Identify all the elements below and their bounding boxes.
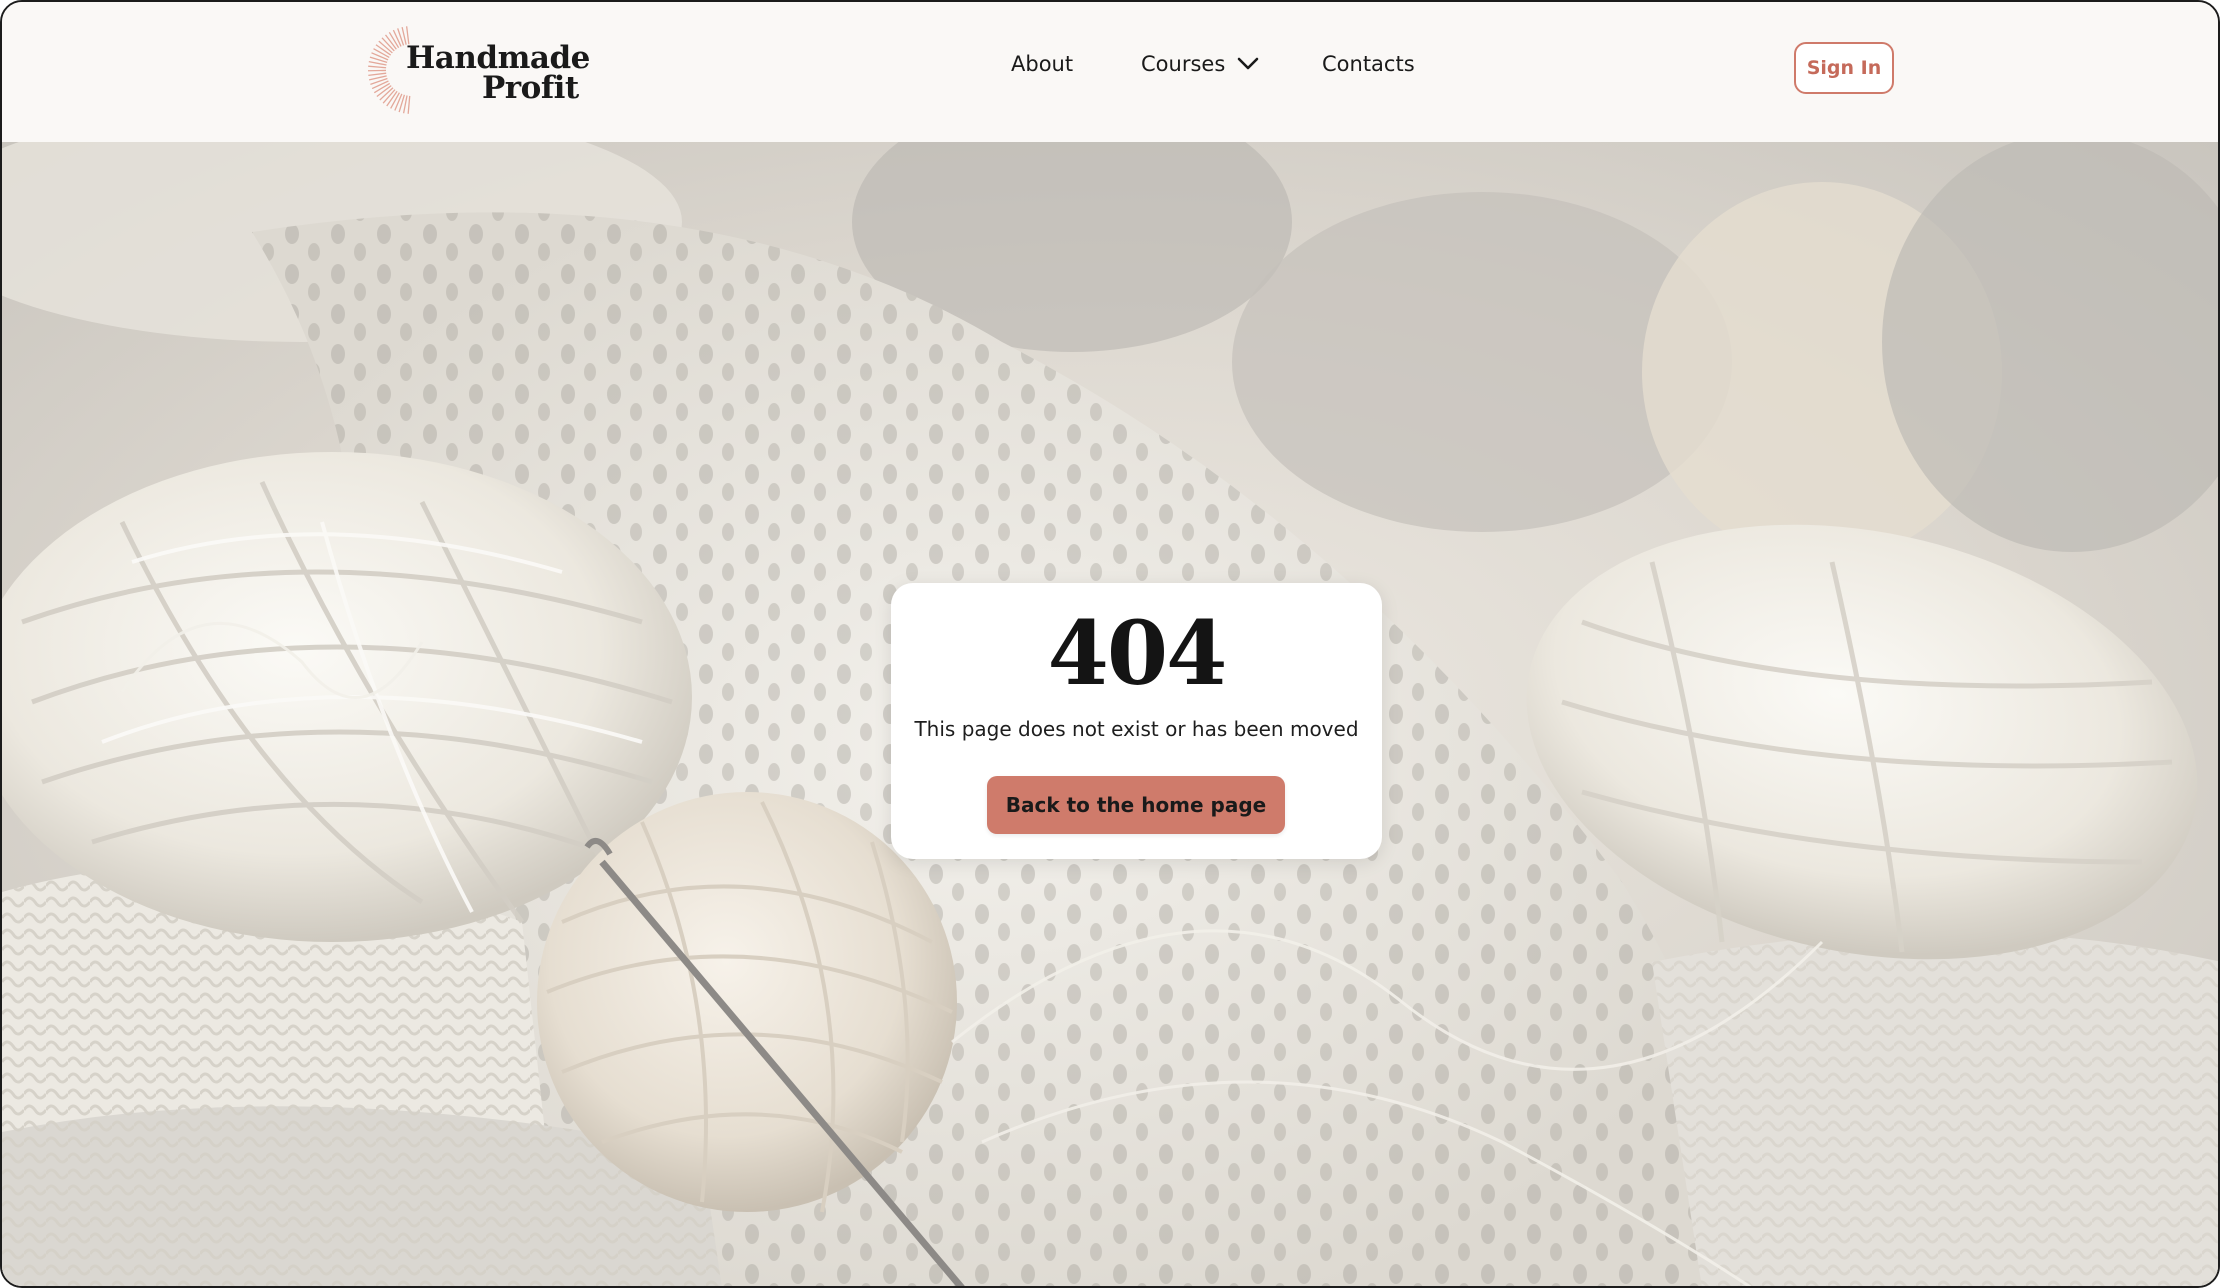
chevron-down-icon xyxy=(1237,57,1259,70)
error-card: 404 This page does not exist or has been… xyxy=(891,583,1382,859)
nav-dropdown-courses[interactable]: Courses xyxy=(1141,52,1259,76)
error-message: This page does not exist or has been mov… xyxy=(914,717,1359,741)
site-header: Handmade Profit About Courses Contacts S… xyxy=(2,2,2218,142)
site-logo[interactable]: Handmade Profit xyxy=(364,20,590,120)
back-to-home-button[interactable]: Back to the home page xyxy=(987,776,1285,834)
browser-frame: Handmade Profit About Courses Contacts S… xyxy=(0,0,2220,1288)
sign-in-button[interactable]: Sign In xyxy=(1794,42,1894,94)
logo-text-line2: Profit xyxy=(482,70,579,106)
nav-courses-label: Courses xyxy=(1141,52,1226,76)
error-code: 404 xyxy=(1047,601,1228,705)
nav-link-contacts[interactable]: Contacts xyxy=(1322,52,1415,76)
nav-link-about[interactable]: About xyxy=(1011,52,1073,76)
